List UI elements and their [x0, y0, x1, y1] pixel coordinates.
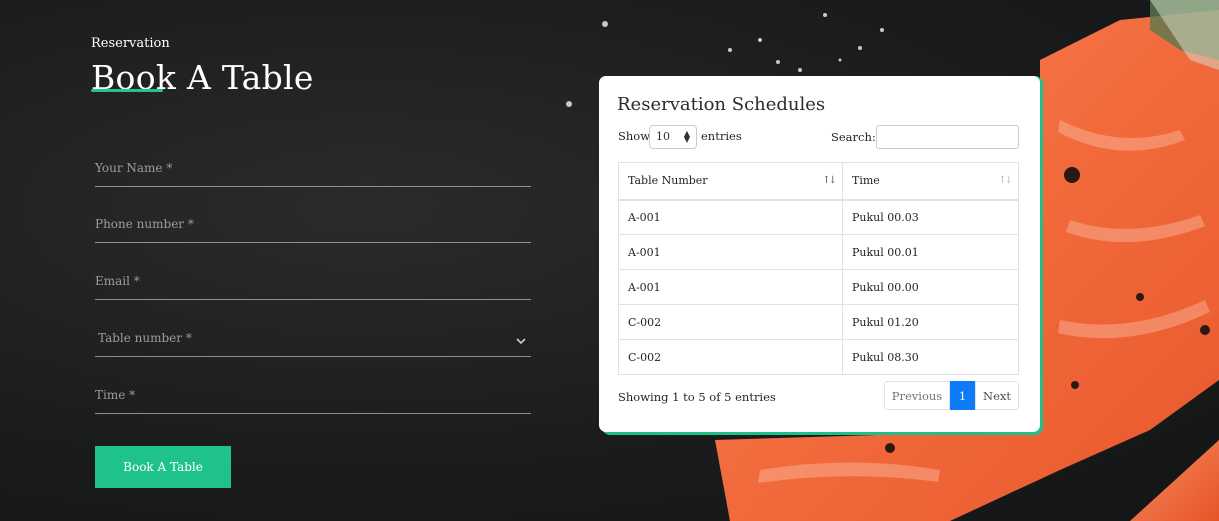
select-arrows-icon: ▲ ▼	[683, 129, 690, 144]
column-header-time[interactable]: Time ↑↓	[842, 162, 1019, 201]
time-placeholder: Time *	[95, 388, 136, 402]
table-row: A-001 Pukul 00.03	[618, 199, 1019, 235]
entries-select[interactable]: 10 ▲ ▼	[649, 125, 697, 149]
table-row: C-002 Pukul 08.30	[618, 339, 1019, 375]
table-number-cell: C-002	[618, 339, 843, 375]
reservation-schedules-card: Reservation Schedules Show 10 ▲ ▼ entries…	[599, 76, 1040, 432]
column-header-label: Time	[852, 174, 880, 188]
email-placeholder: Email *	[95, 274, 140, 288]
schedule-table: Table Number ↑↓ Time ↑↓ A-001 Pukul 00.0…	[618, 162, 1019, 375]
email-field[interactable]: Email *	[95, 270, 531, 300]
previous-page-button[interactable]: Previous	[884, 381, 950, 410]
table-number-placeholder: Table number *	[98, 331, 192, 345]
chevron-down-icon	[516, 338, 526, 345]
next-page-button[interactable]: Next	[975, 381, 1019, 410]
table-number-select[interactable]: Table number *	[95, 327, 531, 357]
book-table-button[interactable]: Book A Table	[95, 446, 231, 488]
card-title: Reservation Schedules	[617, 94, 826, 115]
time-cell: Pukul 08.30	[842, 339, 1019, 375]
time-cell: Pukul 01.20	[842, 304, 1019, 340]
table-row: A-001 Pukul 00.01	[618, 234, 1019, 270]
table-header-row: Table Number ↑↓ Time ↑↓	[618, 162, 1019, 201]
time-cell: Pukul 00.00	[842, 269, 1019, 305]
name-placeholder: Your Name *	[95, 161, 173, 175]
column-header-label: Table Number	[628, 174, 708, 188]
entries-label: entries	[701, 129, 742, 143]
table-number-cell: C-002	[618, 304, 843, 340]
table-number-cell: A-001	[618, 199, 843, 235]
time-field[interactable]: Time *	[95, 384, 531, 414]
table-number-cell: A-001	[618, 234, 843, 270]
time-cell: Pukul 00.03	[842, 199, 1019, 235]
sort-icon: ↑↓	[998, 175, 1013, 186]
table-info: Showing 1 to 5 of 5 entries	[618, 390, 776, 404]
table-row: C-002 Pukul 01.20	[618, 304, 1019, 340]
column-header-table-number[interactable]: Table Number ↑↓	[618, 162, 843, 201]
phone-placeholder: Phone number *	[95, 217, 194, 231]
table-row: A-001 Pukul 00.00	[618, 269, 1019, 305]
show-label: Show	[618, 129, 651, 143]
page-1-button[interactable]: 1	[950, 381, 975, 410]
time-cell: Pukul 00.01	[842, 234, 1019, 270]
phone-field[interactable]: Phone number *	[95, 213, 531, 243]
search-input[interactable]	[876, 125, 1019, 149]
entries-select-value: 10	[656, 130, 670, 143]
name-field[interactable]: Your Name *	[95, 157, 531, 187]
search-label: Search:	[831, 130, 876, 144]
pagination: Previous 1 Next	[884, 381, 1019, 410]
table-number-cell: A-001	[618, 269, 843, 305]
sort-icon: ↑↓	[822, 175, 837, 186]
title-underline	[91, 89, 163, 92]
section-subtitle: Reservation	[91, 36, 170, 51]
